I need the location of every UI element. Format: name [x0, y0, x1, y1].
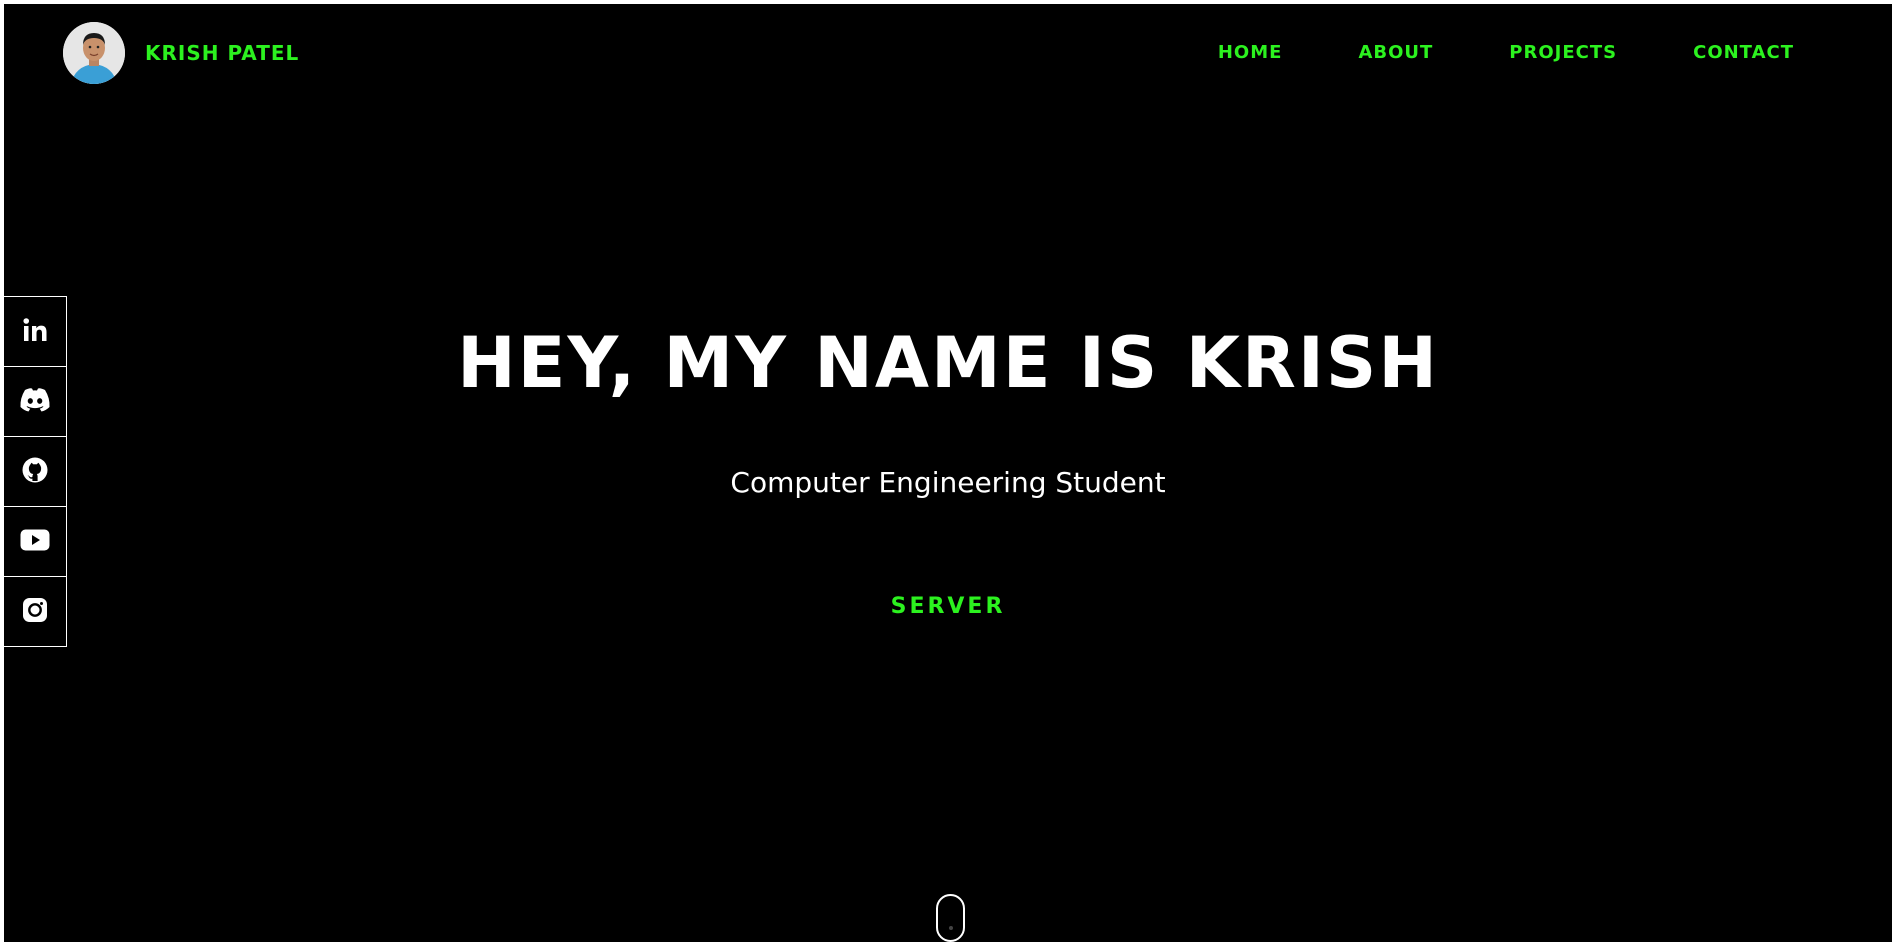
avatar: [63, 22, 125, 84]
hero-title: HEY, MY NAME IS KRISH: [457, 322, 1439, 404]
brand-link[interactable]: KRISH PATEL: [63, 22, 299, 84]
scroll-dot: [949, 926, 953, 930]
main-nav: HOME ABOUT PROJECTS CONTACT: [1142, 42, 1794, 63]
nav-projects[interactable]: PROJECTS: [1509, 42, 1617, 63]
scroll-down-icon[interactable]: [936, 894, 965, 942]
nav-home[interactable]: HOME: [1218, 42, 1283, 63]
youtube-icon: [20, 529, 50, 555]
nav-about[interactable]: ABOUT: [1358, 42, 1433, 63]
server-button[interactable]: SERVER: [891, 594, 1006, 619]
social-youtube[interactable]: [4, 507, 66, 577]
brand-name: KRISH PATEL: [145, 41, 300, 65]
nav-contact[interactable]: CONTACT: [1693, 42, 1794, 63]
page: KRISH PATEL HOME ABOUT PROJECTS CONTACT: [4, 4, 1892, 942]
hero-subtitle: Computer Engineering Student: [730, 466, 1166, 499]
hero-button-wrap: SERVER: [4, 594, 1892, 619]
